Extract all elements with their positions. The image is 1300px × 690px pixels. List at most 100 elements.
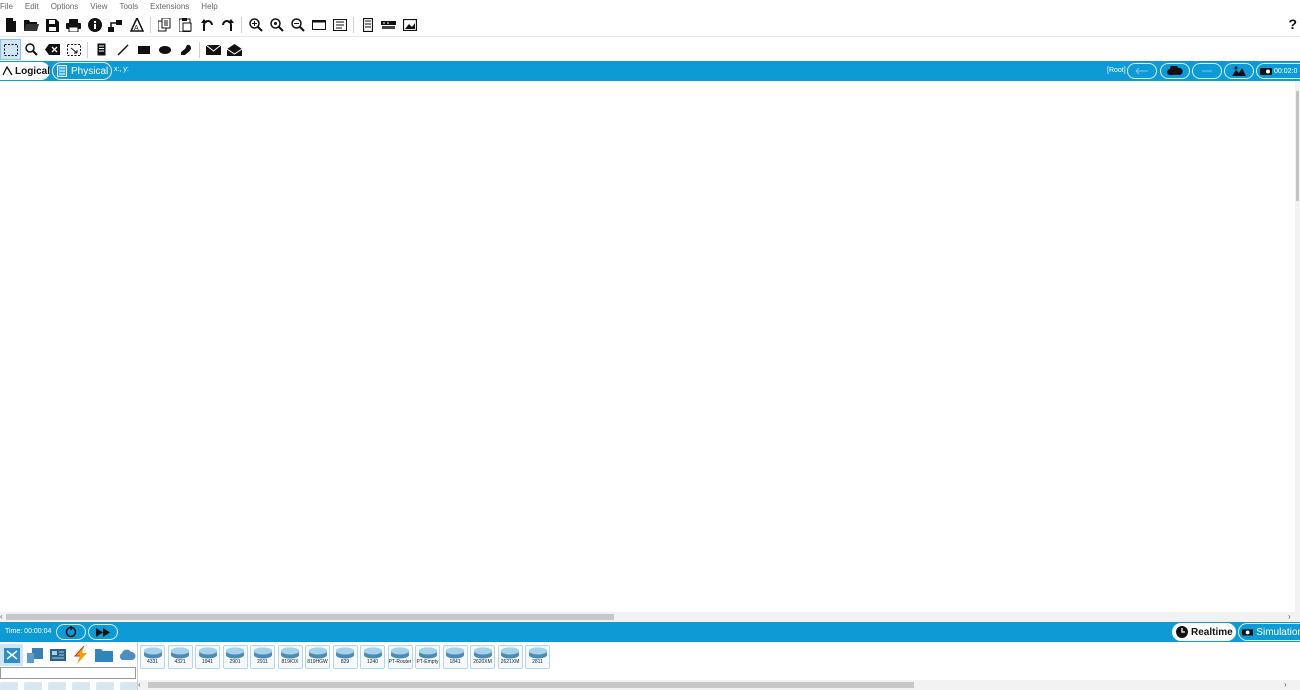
menu-help[interactable]: Help bbox=[201, 0, 217, 14]
device-router-4321[interactable]: 4321 bbox=[167, 645, 193, 669]
category-miscellaneous[interactable] bbox=[92, 644, 115, 666]
logical-workspace-canvas[interactable] bbox=[0, 81, 1295, 613]
subcategory-wireless[interactable] bbox=[72, 682, 90, 690]
power-cycle-devices-button[interactable] bbox=[56, 624, 86, 640]
category-end-devices[interactable] bbox=[23, 644, 46, 666]
viewport-icon[interactable] bbox=[357, 15, 378, 36]
subcategory-security[interactable] bbox=[96, 682, 114, 690]
device-router-819hgw[interactable]: 819HGW bbox=[305, 645, 330, 669]
device-label: PT-Empty bbox=[416, 659, 439, 665]
device-label: 2811 bbox=[532, 659, 543, 665]
device-router-829[interactable]: 829 bbox=[332, 645, 358, 669]
device-router-819iox[interactable]: 819IOX bbox=[277, 645, 303, 669]
menu-file[interactable]: File bbox=[0, 0, 13, 14]
workspace-vertical-scroll-thumb[interactable] bbox=[1296, 91, 1299, 201]
device-label: 2911 bbox=[257, 659, 268, 665]
undo-icon[interactable] bbox=[196, 15, 217, 36]
move-object-button[interactable] bbox=[1192, 63, 1222, 79]
device-router-2901[interactable]: 2901 bbox=[222, 645, 248, 669]
palette-scroll-right-icon[interactable]: › bbox=[1284, 680, 1287, 690]
set-tiled-background-button[interactable] bbox=[1224, 63, 1254, 79]
device-router-2621xm[interactable]: 2621XM bbox=[497, 645, 523, 669]
subcategory-hubs[interactable] bbox=[48, 682, 66, 690]
workspace-vertical-scrollbar[interactable] bbox=[1295, 81, 1300, 613]
subcategory-switches[interactable] bbox=[24, 682, 42, 690]
palette-horizontal-scrollbar[interactable]: ‹ › bbox=[138, 680, 1300, 690]
delete-icon[interactable] bbox=[42, 39, 63, 60]
scroll-right-icon[interactable]: › bbox=[1288, 612, 1291, 622]
device-router-2620xm[interactable]: 2620XM bbox=[470, 645, 495, 669]
power-cycle-icon bbox=[65, 626, 77, 638]
device-router-1841[interactable]: 1841 bbox=[442, 645, 468, 669]
device-router-pt-empty[interactable]: PT-Empty bbox=[415, 645, 440, 669]
toolbar-separator bbox=[241, 17, 242, 33]
zoom-out-icon[interactable] bbox=[287, 15, 308, 36]
category-components[interactable] bbox=[46, 644, 69, 666]
copy-icon[interactable] bbox=[154, 15, 175, 36]
subcategory-wan-emulation[interactable] bbox=[120, 682, 138, 690]
menu-tools[interactable]: Tools bbox=[119, 0, 138, 14]
menu-extensions[interactable]: Extensions bbox=[150, 0, 189, 14]
new-cluster-button[interactable] bbox=[1160, 63, 1190, 79]
scroll-left-icon[interactable]: ‹ bbox=[0, 612, 3, 622]
new-file-icon[interactable] bbox=[0, 15, 21, 36]
category-network-devices[interactable] bbox=[0, 644, 23, 666]
network-wizard-icon[interactable] bbox=[105, 15, 126, 36]
tab-realtime[interactable]: Realtime bbox=[1172, 623, 1236, 641]
line-icon[interactable] bbox=[112, 39, 133, 60]
zoom-in-icon[interactable] bbox=[245, 15, 266, 36]
common-tools-bar bbox=[0, 38, 1300, 61]
activity-wizard-icon[interactable]: A bbox=[126, 15, 147, 36]
workspace-horizontal-scroll-thumb[interactable] bbox=[6, 614, 614, 620]
save-icon[interactable] bbox=[42, 15, 63, 36]
open-folder-icon[interactable] bbox=[21, 15, 42, 36]
device-label: 1841 bbox=[449, 659, 461, 665]
device-router-pt-router[interactable]: PT-Router bbox=[387, 645, 413, 669]
info-icon[interactable] bbox=[84, 15, 105, 36]
select-icon[interactable] bbox=[0, 39, 21, 60]
subcategory-routers[interactable] bbox=[0, 682, 18, 690]
fast-forward-icon bbox=[96, 627, 110, 637]
back-button[interactable] bbox=[1127, 63, 1157, 79]
tab-logical[interactable]: Logical bbox=[0, 62, 50, 80]
device-router-2811[interactable]: 2811 bbox=[525, 645, 550, 669]
zoom-reset-icon[interactable] bbox=[266, 15, 287, 36]
folder-icon bbox=[94, 649, 113, 662]
rectangle-icon[interactable] bbox=[133, 39, 154, 60]
custom-device-dialog-icon[interactable] bbox=[329, 15, 350, 36]
fast-forward-time-button[interactable] bbox=[88, 624, 118, 640]
simple-pdu-icon[interactable] bbox=[203, 39, 224, 60]
cluster-icon[interactable] bbox=[378, 15, 399, 36]
inspect-icon[interactable] bbox=[21, 39, 42, 60]
palette-scroll-left-icon[interactable]: ‹ bbox=[138, 680, 141, 690]
workspace-horizontal-scrollbar[interactable]: ‹ › bbox=[0, 612, 1300, 622]
device-router-4331[interactable]: 4331 bbox=[140, 645, 165, 669]
category-connections[interactable] bbox=[69, 644, 92, 666]
redo-icon[interactable] bbox=[217, 15, 238, 36]
device-router-1941[interactable]: 1941 bbox=[195, 645, 220, 669]
cloud-icon bbox=[1167, 66, 1183, 75]
menu-options[interactable]: Options bbox=[51, 0, 79, 14]
help-button[interactable]: ? bbox=[1288, 16, 1297, 32]
router-icon bbox=[171, 647, 189, 659]
device-router-1240[interactable]: 1240 bbox=[360, 645, 385, 669]
freeform-icon[interactable] bbox=[175, 39, 196, 60]
menu-view[interactable]: View bbox=[90, 0, 107, 14]
complex-pdu-icon[interactable] bbox=[224, 39, 245, 60]
resize-icon[interactable] bbox=[63, 39, 84, 60]
viewport-timer[interactable]: 00:02:0 bbox=[1256, 63, 1300, 79]
device-router-2911[interactable]: 2911 bbox=[250, 645, 275, 669]
note-icon[interactable] bbox=[91, 39, 112, 60]
ellipse-icon[interactable] bbox=[154, 39, 175, 60]
category-multiuser[interactable] bbox=[115, 644, 138, 666]
physical-workspace-icon[interactable] bbox=[399, 15, 420, 36]
drawing-palette-icon[interactable] bbox=[308, 15, 329, 36]
menu-bar: File Edit Options View Tools Extensions … bbox=[0, 0, 1300, 14]
print-icon[interactable] bbox=[63, 15, 84, 36]
tab-simulation[interactable]: Simulation bbox=[1238, 623, 1300, 641]
physical-icon bbox=[57, 65, 67, 77]
tab-physical[interactable]: Physical bbox=[52, 62, 112, 80]
paste-icon[interactable] bbox=[175, 15, 196, 36]
menu-edit[interactable]: Edit bbox=[25, 0, 39, 14]
palette-horizontal-scroll-thumb[interactable] bbox=[148, 682, 914, 688]
